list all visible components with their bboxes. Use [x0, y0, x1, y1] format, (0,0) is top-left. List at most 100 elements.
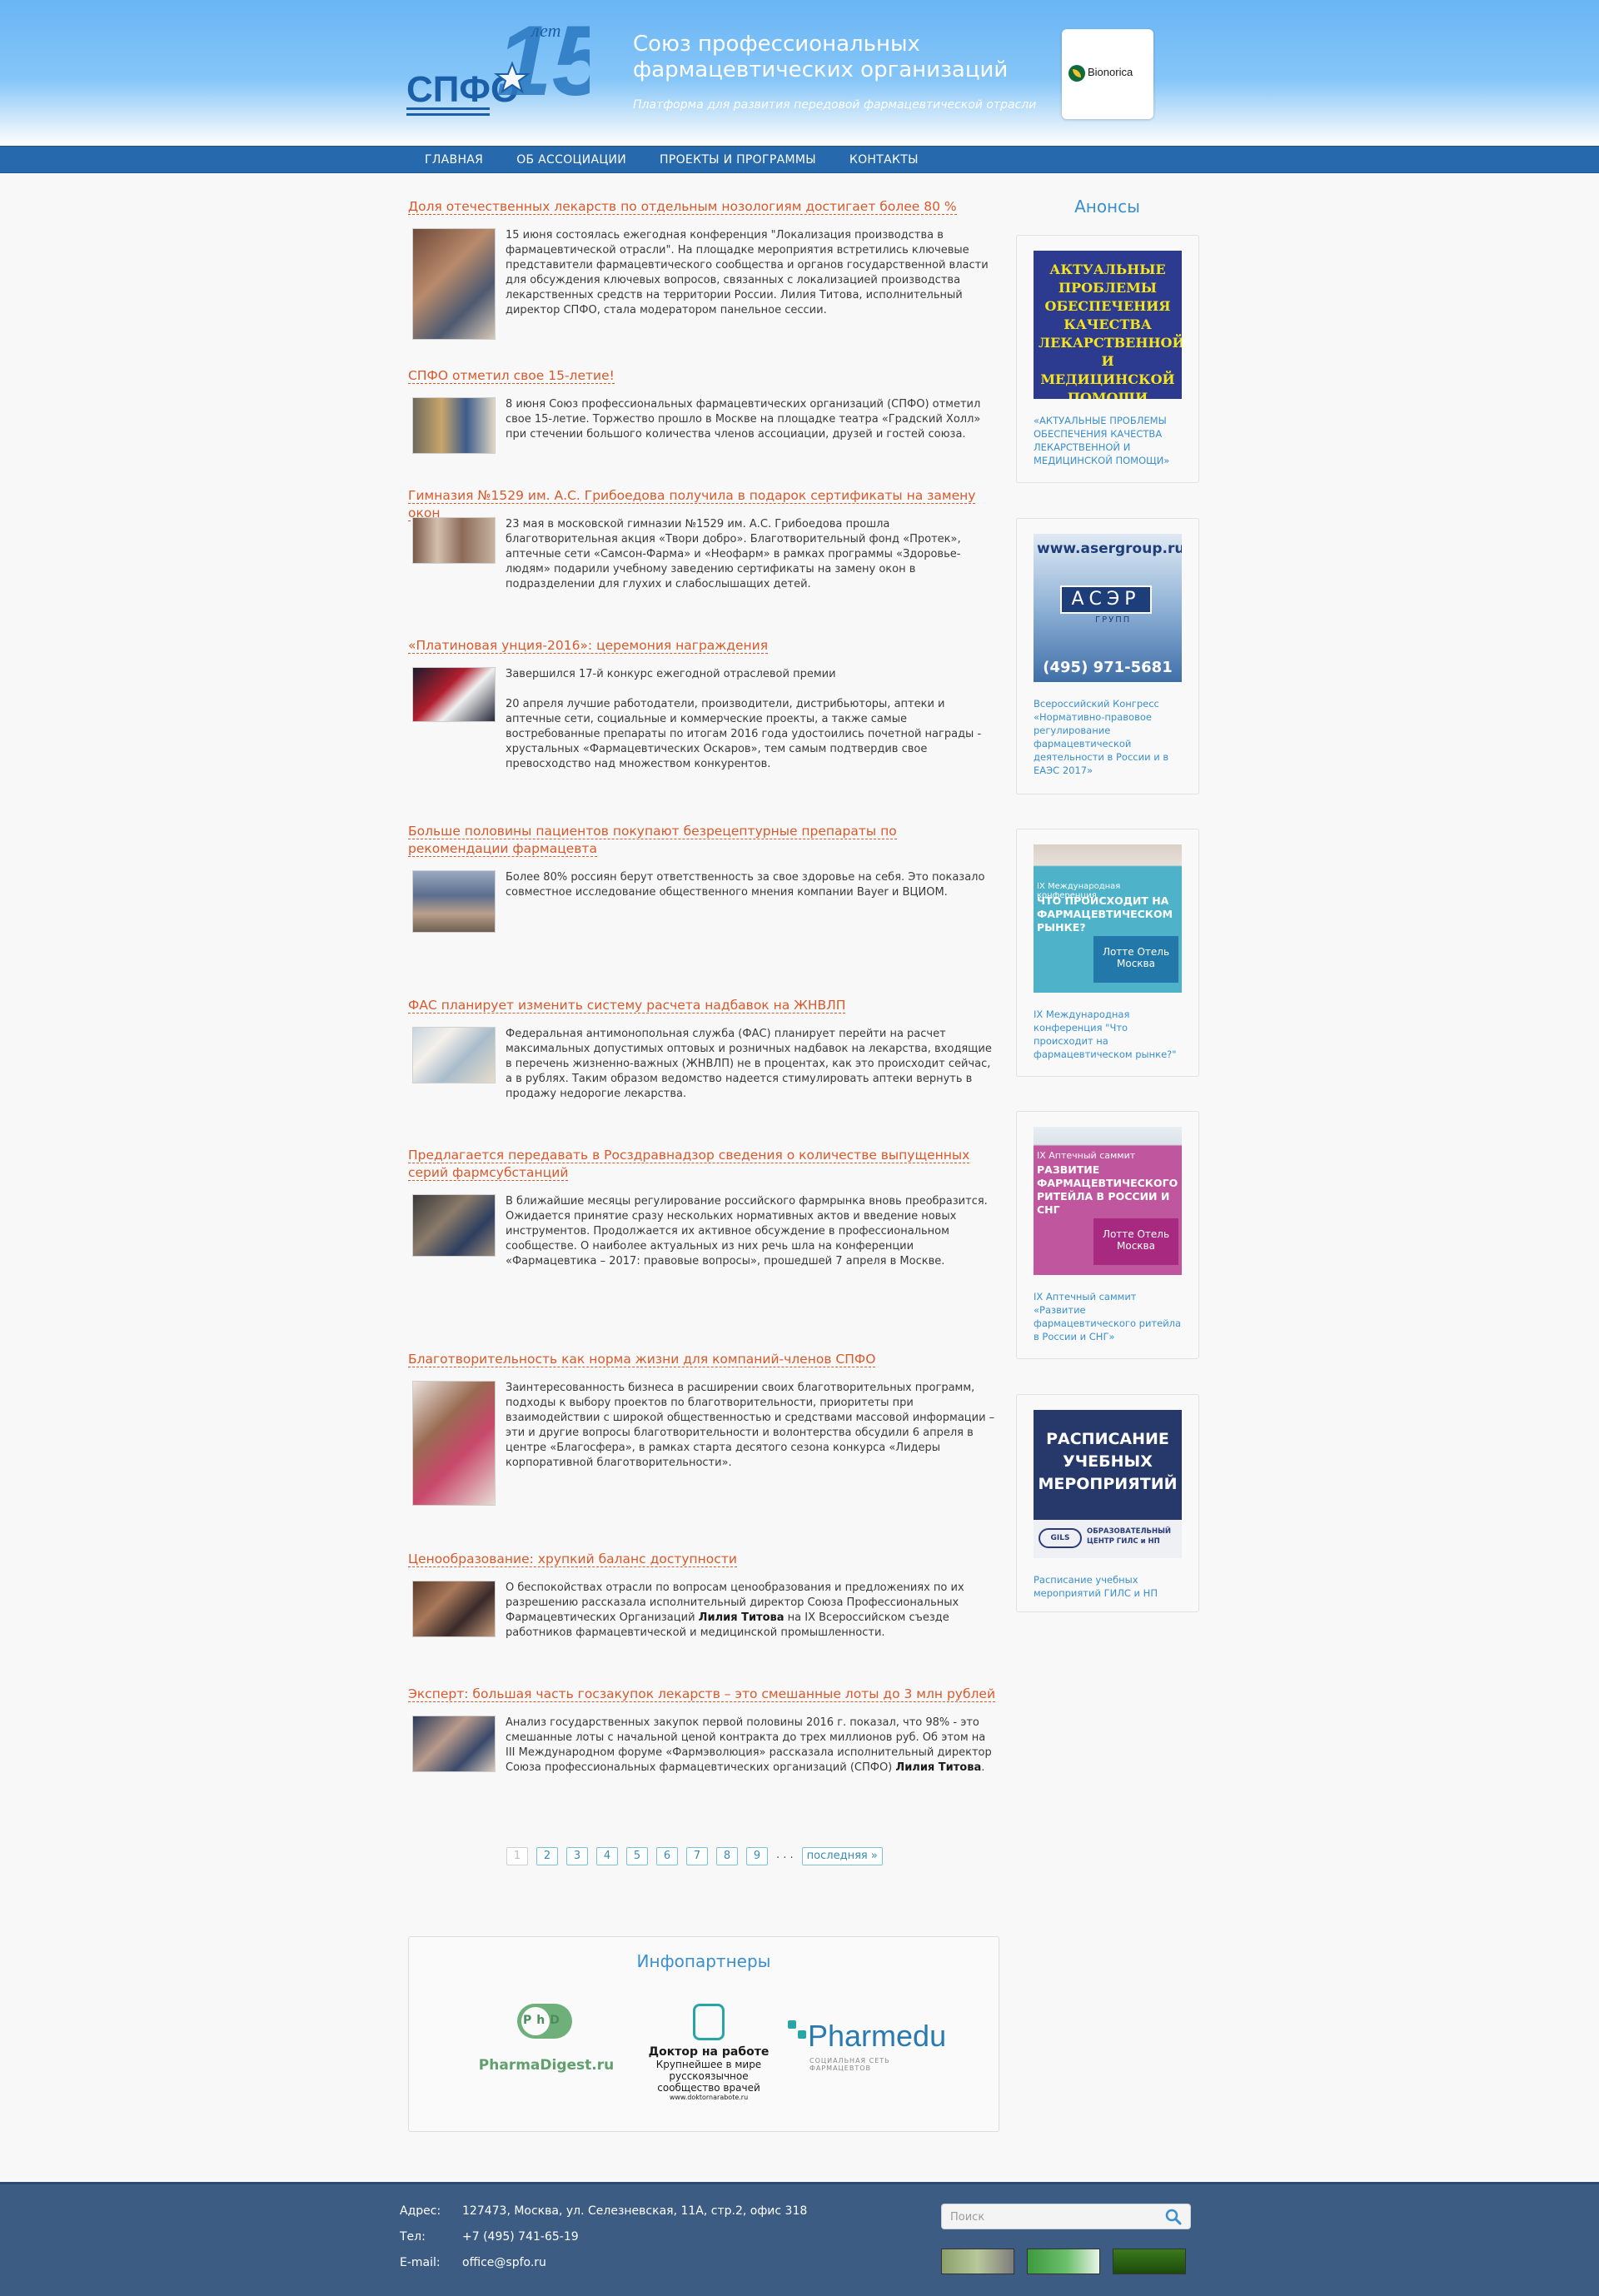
- article-title[interactable]: ФАС планирует изменить систему расчета н…: [408, 998, 846, 1014]
- article-thumbnail[interactable]: [412, 228, 496, 340]
- banner-main: ЧТО ПРОИСХОДИТ НА ФАРМАЦЕВТИЧЕСКОМ РЫНКЕ…: [1037, 894, 1173, 934]
- nav-contacts[interactable]: КОНТАКТЫ: [833, 147, 935, 174]
- announcement-banner[interactable]: АКТУАЛЬНЫЕ ПРОБЛЕМЫ ОБЕСПЕЧЕНИЯ КАЧЕСТВА…: [1034, 251, 1182, 399]
- pharmedu-logo[interactable]: Pharmedu СОЦИАЛЬНАЯ СЕТЬ ФАРМАЦЕВТОВ: [788, 2019, 954, 2087]
- address-value: 127473, Москва, ул. Селезневская, 11А, с…: [462, 2204, 808, 2218]
- article-thumbnail[interactable]: [412, 1027, 496, 1083]
- banner-main: РАСПИСАНИЕ УЧЕБНЫХ МЕРОПРИЯТИЙ: [1038, 1430, 1178, 1493]
- doktor-url: www.doktornarabote.ru: [669, 2094, 749, 2101]
- announcement-block: www.asergroup.ru АСЭР ГРУПП (495) 971-56…: [1016, 518, 1199, 794]
- doktor-title: Доктор на работе: [648, 2045, 770, 2059]
- article-author: Лилия Титова: [895, 1761, 982, 1774]
- article-title[interactable]: Благотворительность как норма жизни для …: [408, 1352, 876, 1367]
- article: «Платиновая унция-2016»: церемония награ…: [408, 637, 999, 770]
- article-thumbnail[interactable]: [412, 1581, 496, 1637]
- announcement-caption[interactable]: Расписание учебных мероприятий ГИЛС и НП: [1034, 1573, 1183, 1600]
- spfo-logo[interactable]: СПФО 15 лет: [406, 12, 590, 130]
- rating-counter[interactable]: [941, 2249, 1014, 2274]
- page-5[interactable]: 5: [626, 1847, 648, 1865]
- infopartners-block: Инфопартнеры PhD PharmaDigest.ru Доктор …: [408, 1936, 999, 2132]
- banner-text: АКТУАЛЬНЫЕ ПРОБЛЕМЫ ОБЕСПЕЧЕНИЯ КАЧЕСТВА…: [1039, 261, 1182, 399]
- bionorica-name: Bionorica: [1088, 66, 1133, 78]
- article-thumbnail[interactable]: [412, 667, 496, 722]
- bionorica-logo[interactable]: Bionorica: [1062, 29, 1153, 119]
- page-7[interactable]: 7: [686, 1847, 708, 1865]
- pharmedu-name: Pharmedu: [808, 2019, 947, 2053]
- article-text: В ближайшие месяцы регулирование российс…: [506, 1195, 988, 1268]
- article-title[interactable]: Предлагается передавать в Росздравнадзор…: [408, 1148, 970, 1181]
- pharmedu-icon: [788, 2020, 796, 2029]
- article-thumbnail[interactable]: [412, 397, 496, 454]
- article-text: Более 80% россиян берут ответственность …: [506, 871, 985, 899]
- article-title[interactable]: Эксперт: большая часть госзакупок лекарс…: [408, 1686, 996, 1702]
- search-placeholder: Поиск: [950, 2211, 985, 2224]
- article-thumbnail[interactable]: [412, 1716, 496, 1772]
- site-slogan: Платформа для развития передовой фармаце…: [633, 98, 1037, 112]
- search-icon[interactable]: [1164, 2208, 1183, 2226]
- top-counter[interactable]: [1027, 2249, 1100, 2274]
- pharmadigest-logo[interactable]: PhD PharmaDigest.ru: [471, 2004, 614, 2087]
- article-title[interactable]: «Платиновая унция-2016»: церемония награ…: [408, 638, 769, 654]
- page-4[interactable]: 4: [596, 1847, 618, 1865]
- announcement-banner[interactable]: РАСПИСАНИЕ УЧЕБНЫХ МЕРОПРИЯТИЙ GILS ОБРА…: [1034, 1410, 1182, 1558]
- nav-about[interactable]: ОБ АССОЦИАЦИИ: [500, 147, 643, 174]
- doktor-subtitle: Крупнейшее в мире русскоязычное сообщест…: [655, 2059, 762, 2094]
- article-text: 23 мая в московской гимназии №1529 им. А…: [506, 518, 961, 590]
- article: Предлагается передавать в Росздравнадзор…: [408, 1147, 999, 1268]
- announcement-caption[interactable]: Всероссийский Конгресс «Нормативно-право…: [1034, 697, 1183, 777]
- article-title[interactable]: Гимназия №1529 им. А.С. Грибоедова получ…: [408, 488, 976, 521]
- article-thumbnail[interactable]: [412, 1381, 496, 1506]
- article-text: Завершился 17-й конкурс ежегодной отрасл…: [506, 668, 836, 680]
- page-3[interactable]: 3: [566, 1847, 588, 1865]
- infopartners-title: Инфопартнеры: [636, 1951, 771, 1971]
- announcement-caption[interactable]: IX Аптечный саммит «Развитие фармацевтич…: [1034, 1290, 1183, 1343]
- announcement-caption[interactable]: IX Международная конференция "Что происх…: [1034, 1008, 1183, 1061]
- logo-years-word: лет: [530, 20, 561, 41]
- article-thumbnail[interactable]: [412, 870, 496, 933]
- article-text: Заинтересованность бизнеса в расширении …: [506, 1382, 995, 1469]
- banner-brand-sub: ГРУПП: [1095, 615, 1132, 625]
- banner-main: РАЗВИТИЕ ФАРМАЦЕВТИЧЕСКОГО РИТЕЙЛА В РОС…: [1037, 1163, 1178, 1216]
- page-9[interactable]: 9: [746, 1847, 768, 1865]
- email-value[interactable]: office@spfo.ru: [462, 2256, 546, 2269]
- banner-brand: АСЭР: [1060, 585, 1152, 614]
- announcement-banner[interactable]: IX Аптечный саммит РАЗВИТИЕ ФАРМАЦЕВТИЧЕ…: [1034, 1127, 1182, 1275]
- search-input[interactable]: Поиск: [941, 2204, 1191, 2229]
- article-title[interactable]: Доля отечественных лекарств по отдельным…: [408, 199, 957, 215]
- article: Больше половины пациентов покупают безре…: [408, 823, 999, 933]
- banner-url: www.asergroup.ru: [1037, 540, 1182, 557]
- banner-place: Лотте Отель Москва: [1093, 936, 1178, 983]
- article: Гимназия №1529 им. А.С. Грибоедова получ…: [408, 487, 999, 590]
- page-6[interactable]: 6: [656, 1847, 678, 1865]
- announcement-banner[interactable]: IX Международная конференция ЧТО ПРОИСХО…: [1034, 844, 1182, 993]
- pharmedu-subtitle: СОЦИАЛЬНАЯ СЕТЬ ФАРМАЦЕВТОВ: [809, 2057, 890, 2072]
- doktor-na-rabote-logo[interactable]: Доктор на работе Крупнейшее в мире русск…: [646, 2004, 771, 2120]
- article: Благотворительность как норма жизни для …: [408, 1351, 999, 1506]
- pharmadigest-badge-text: PhD: [523, 2014, 565, 2027]
- page-2[interactable]: 2: [536, 1847, 558, 1865]
- article-title[interactable]: СПФО отметил свое 15-летие!: [408, 368, 615, 384]
- phone-label: Тел:: [400, 2230, 426, 2244]
- announcement-caption[interactable]: «АКТУАЛЬНЫЕ ПРОБЛЕМЫ ОБЕСПЕЧЕНИЯ КАЧЕСТВ…: [1034, 414, 1183, 467]
- article-title[interactable]: Больше половины пациентов покупают безре…: [408, 824, 897, 857]
- pagination: 1 2 3 4 5 6 7 8 9 . . . последняя »: [506, 1847, 891, 1865]
- nav-home[interactable]: ГЛАВНАЯ: [408, 147, 500, 174]
- article: СПФО отметил свое 15-летие! 8 июня Союз …: [408, 367, 999, 454]
- page-ellipsis: . . .: [776, 1849, 794, 1861]
- doctor-icon: [693, 2004, 725, 2040]
- liveinternet-counter[interactable]: [1113, 2249, 1186, 2274]
- article-thumbnail[interactable]: [412, 517, 496, 564]
- article-text: Федеральная антимонопольная служба (ФАС)…: [506, 1028, 992, 1100]
- article-text: 15 июня состоялась ежегодная конференция…: [506, 229, 989, 316]
- page-last[interactable]: последняя »: [801, 1847, 883, 1865]
- page-8[interactable]: 8: [716, 1847, 738, 1865]
- site-title: Союз профессиональных фармацевтических о…: [633, 32, 1009, 82]
- page-1: 1: [506, 1847, 528, 1865]
- banner-place: Лотте Отель Москва: [1093, 1218, 1178, 1265]
- nav-projects[interactable]: ПРОЕКТЫ И ПРОГРАММЫ: [643, 147, 833, 174]
- article-thumbnail[interactable]: [412, 1194, 496, 1257]
- article-text: 8 июня Союз профессиональных фармацевтич…: [506, 398, 981, 441]
- announcement-block: РАСПИСАНИЕ УЧЕБНЫХ МЕРОПРИЯТИЙ GILS ОБРА…: [1016, 1394, 1199, 1612]
- article-title[interactable]: Ценообразование: хрупкий баланс доступно…: [408, 1551, 737, 1567]
- announcement-banner[interactable]: www.asergroup.ru АСЭР ГРУПП (495) 971-56…: [1034, 534, 1182, 682]
